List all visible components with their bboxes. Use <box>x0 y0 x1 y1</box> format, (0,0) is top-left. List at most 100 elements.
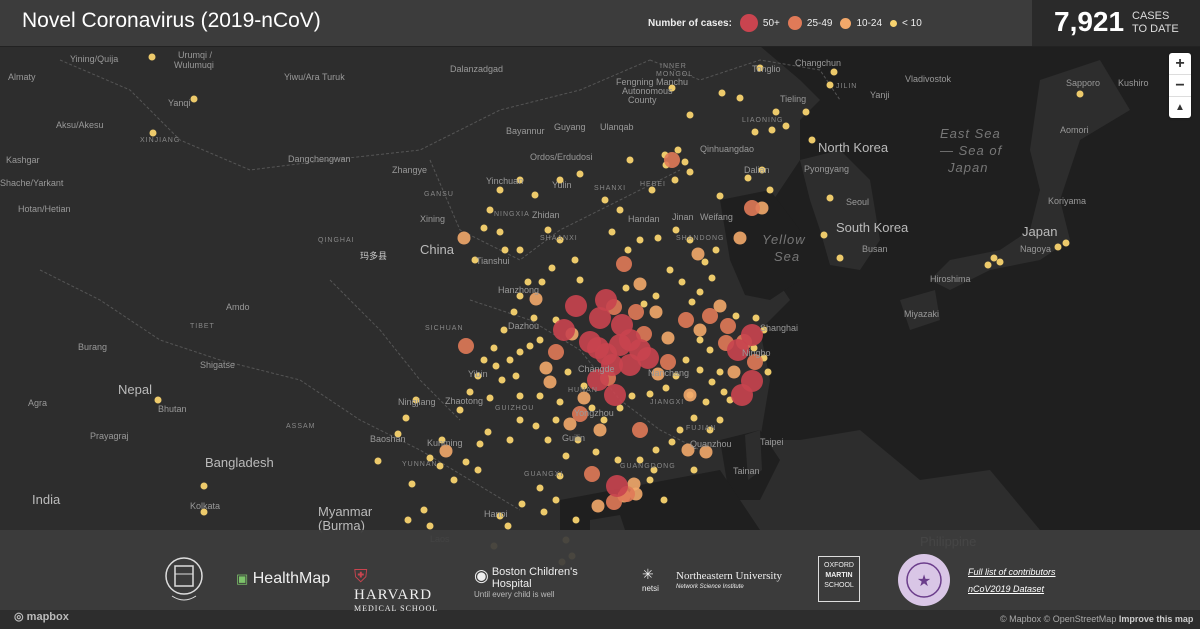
case-marker[interactable] <box>1076 90 1084 98</box>
case-marker[interactable] <box>576 276 584 284</box>
case-marker[interactable] <box>474 466 482 474</box>
case-marker[interactable] <box>601 196 609 204</box>
case-marker[interactable] <box>671 176 679 184</box>
dataset-link[interactable]: nCoV2019 Dataset <box>968 584 1044 594</box>
case-marker[interactable] <box>616 206 624 214</box>
zoom-out-button[interactable]: − <box>1169 75 1191 97</box>
case-marker[interactable] <box>492 362 500 370</box>
case-marker[interactable] <box>571 256 579 264</box>
case-marker[interactable] <box>718 89 726 97</box>
case-marker[interactable] <box>496 228 504 236</box>
case-marker[interactable] <box>500 326 508 334</box>
case-marker[interactable] <box>496 186 504 194</box>
case-marker[interactable] <box>683 388 697 402</box>
case-marker[interactable] <box>636 236 644 244</box>
case-marker[interactable] <box>720 318 736 334</box>
case-marker[interactable] <box>404 516 412 524</box>
case-marker[interactable] <box>148 53 156 61</box>
case-marker[interactable] <box>672 226 680 234</box>
case-marker[interactable] <box>708 378 716 386</box>
case-marker[interactable] <box>654 234 662 242</box>
case-marker[interactable] <box>660 496 668 504</box>
case-marker[interactable] <box>1062 239 1070 247</box>
case-marker[interactable] <box>782 122 790 130</box>
case-marker[interactable] <box>490 344 498 352</box>
case-marker[interactable] <box>702 398 710 406</box>
case-marker[interactable] <box>584 466 600 482</box>
case-marker[interactable] <box>516 246 524 254</box>
case-marker[interactable] <box>716 368 724 376</box>
case-marker[interactable] <box>808 136 816 144</box>
case-marker[interactable] <box>480 356 488 364</box>
case-marker[interactable] <box>646 476 654 484</box>
case-marker[interactable] <box>678 278 686 286</box>
case-marker[interactable] <box>462 458 470 466</box>
case-marker[interactable] <box>701 258 709 266</box>
case-marker[interactable] <box>628 392 636 400</box>
case-marker[interactable] <box>676 426 684 434</box>
case-marker[interactable] <box>984 261 992 269</box>
case-marker[interactable] <box>506 436 514 444</box>
case-marker[interactable] <box>450 476 458 484</box>
case-marker[interactable] <box>690 414 698 422</box>
case-marker[interactable] <box>696 336 704 344</box>
oxford-crest-icon[interactable] <box>164 552 204 610</box>
case-marker[interactable] <box>604 384 626 406</box>
case-marker[interactable] <box>504 522 512 530</box>
case-marker[interactable] <box>536 484 544 492</box>
case-marker[interactable] <box>538 278 546 286</box>
case-marker[interactable] <box>681 158 689 166</box>
case-marker[interactable] <box>772 108 780 116</box>
case-marker[interactable] <box>751 128 759 136</box>
case-marker[interactable] <box>666 266 674 274</box>
case-marker[interactable] <box>476 440 484 448</box>
case-marker[interactable] <box>826 194 834 202</box>
case-marker[interactable] <box>486 394 494 402</box>
case-marker[interactable] <box>408 480 416 488</box>
case-marker[interactable] <box>518 500 526 508</box>
case-marker[interactable] <box>766 186 774 194</box>
case-marker[interactable] <box>652 446 660 454</box>
case-marker[interactable] <box>619 354 641 376</box>
case-marker[interactable] <box>516 392 524 400</box>
case-marker[interactable] <box>616 256 632 272</box>
case-marker[interactable] <box>531 191 539 199</box>
case-marker[interactable] <box>456 406 464 414</box>
case-marker[interactable] <box>420 506 428 514</box>
case-marker[interactable] <box>706 346 714 354</box>
case-marker[interactable] <box>720 388 728 396</box>
case-marker[interactable] <box>736 94 744 102</box>
compass-button[interactable]: ▲ <box>1169 97 1191 118</box>
case-marker[interactable] <box>996 258 1004 266</box>
case-marker[interactable] <box>712 246 720 254</box>
case-marker[interactable] <box>802 108 810 116</box>
case-marker[interactable] <box>589 307 611 329</box>
case-marker[interactable] <box>536 336 544 344</box>
case-marker[interactable] <box>484 428 492 436</box>
case-marker[interactable] <box>652 292 660 300</box>
case-marker[interactable] <box>565 295 587 317</box>
case-marker[interactable] <box>716 416 724 424</box>
case-marker[interactable] <box>544 226 552 234</box>
case-marker[interactable] <box>593 423 607 437</box>
case-marker[interactable] <box>716 192 724 200</box>
case-marker[interactable] <box>480 224 488 232</box>
case-marker[interactable] <box>608 228 616 236</box>
case-marker[interactable] <box>543 375 557 389</box>
case-marker[interactable] <box>402 414 410 422</box>
case-marker[interactable] <box>628 304 644 320</box>
case-marker[interactable] <box>674 146 682 154</box>
case-marker[interactable] <box>744 174 752 182</box>
case-marker[interactable] <box>661 331 675 345</box>
case-marker[interactable] <box>990 254 998 262</box>
mapbox-logo[interactable]: ◎ mapbox <box>14 610 69 623</box>
case-marker[interactable] <box>532 422 540 430</box>
case-marker[interactable] <box>556 398 564 406</box>
case-marker[interactable] <box>506 356 514 364</box>
case-marker[interactable] <box>678 312 694 328</box>
case-marker[interactable] <box>498 376 506 384</box>
case-marker[interactable] <box>540 508 548 516</box>
case-marker[interactable] <box>149 129 157 137</box>
case-marker[interactable] <box>733 231 747 245</box>
case-marker[interactable] <box>633 277 647 291</box>
